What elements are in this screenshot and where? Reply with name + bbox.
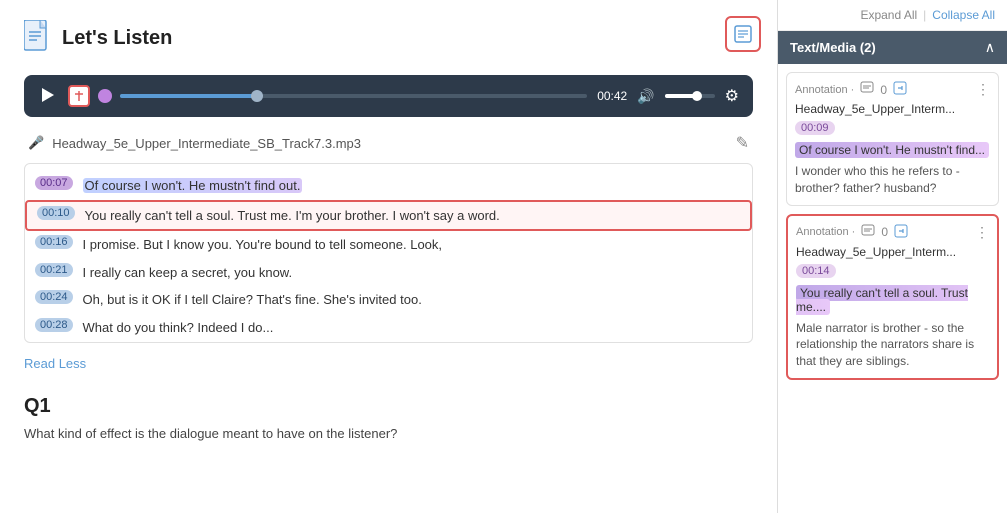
annotation-note: Male narrator is brother - so the relati… [796,320,989,370]
audio-player: 00:42 🔊 ⚙ [24,75,753,117]
page-title: Let's Listen [62,27,172,50]
progress-fill [120,94,260,98]
progress-container [68,85,587,107]
annotation-quote: You really can't tell a soul. Trust me..… [796,285,968,315]
transcript-text: I really can keep a secret, you know. [83,263,293,283]
timestamp-badge: 00:10 [37,206,75,220]
annotation-menu-button[interactable]: ⋮ [975,224,989,241]
transcript-text: I promise. But I know you. You're bound … [83,235,442,255]
play-button[interactable] [38,86,58,106]
annotation-count: 0 [880,83,887,97]
annotation-filename: Headway_5e_Upper_Interm... [795,102,990,116]
time-display: 00:42 [597,89,627,103]
annotation-filename: Headway_5e_Upper_Interm... [796,245,989,259]
transcript-row[interactable]: 00:16 I promise. But I know you. You're … [25,231,752,259]
annotation-meta: Annotation · 0 [795,81,907,98]
annotation-card-header: Annotation · 0 [795,81,990,98]
sidebar-header-title: Text/Media (2) [790,40,876,55]
transcript-text: What do you think? Indeed I do... [83,318,274,338]
annotations-list: Annotation · 0 [778,64,1007,513]
annotation-link-icon [893,81,907,98]
main-content: Let's Listen [0,0,777,513]
annotation-card-header: Annotation · 0 [796,224,989,241]
edit-icon[interactable]: ✎ [736,133,749,153]
progress-thumb [251,90,263,102]
q1-label: Q1 [24,395,753,418]
transcript-area: 00:07 Of course I won't. He mustn't find… [24,163,753,343]
volume-fill [665,94,695,98]
timestamp-badge: 00:28 [35,318,73,332]
sidebar: Expand All | Collapse All Text/Media (2)… [777,0,1007,513]
settings-icon[interactable]: ⚙ [725,86,739,106]
transcript-row[interactable]: 00:07 Of course I won't. He mustn't find… [25,172,752,200]
sidebar-header: Text/Media (2) ∧ [778,31,1007,64]
transcript-text: You really can't tell a soul. Trust me. … [85,206,500,226]
collapse-all-link[interactable]: Collapse All [932,8,995,22]
transcript-row[interactable]: 00:24 Oh, but is it OK if I tell Claire?… [25,286,752,314]
annotation-link-icon [894,224,908,241]
page-header: Let's Listen [24,20,753,57]
annotation-card-selected[interactable]: Annotation · 0 [786,214,999,380]
annotation-icon [860,81,874,98]
annotation-card[interactable]: Annotation · 0 [786,72,999,206]
annotation-icon [861,224,875,241]
transcript-row[interactable]: 00:28 What do you think? Indeed I do... [25,314,752,342]
file-info: 🎤 Headway_5e_Upper_Intermediate_SB_Track… [28,135,361,151]
annotation-meta: Annotation · 0 [796,224,908,241]
page-icon [24,20,52,57]
annotation-text-label: Annotation · [795,84,854,96]
highlighted-text: Of course I won't. He mustn't find out. [83,178,303,193]
marker-dot[interactable] [98,89,112,103]
collapse-icon[interactable]: ∧ [985,39,995,56]
sidebar-toolbar: Expand All | Collapse All [778,0,1007,31]
timestamp-badge: 00:21 [35,263,73,277]
mic-icon: 🎤 [28,135,44,151]
annotation-note: I wonder who this he refers to - brother… [795,163,990,197]
marker-button[interactable] [68,85,90,107]
file-bar: 🎤 Headway_5e_Upper_Intermediate_SB_Track… [24,127,753,159]
q1-text: What kind of effect is the dialogue mean… [24,426,753,441]
timestamp-badge: 00:24 [35,290,73,304]
progress-track[interactable] [120,94,587,98]
volume-icon[interactable]: 🔊 [637,88,654,105]
annotation-menu-button[interactable]: ⋮ [976,81,990,98]
filename: Headway_5e_Upper_Intermediate_SB_Track7.… [52,136,361,151]
annotation-quote: Of course I won't. He mustn't find... [795,142,989,158]
annotation-count: 0 [881,225,888,239]
read-less-link[interactable]: Read Less [24,356,86,371]
annotation-timestamp: 00:14 [796,264,836,278]
timestamp-badge: 00:16 [35,235,73,249]
sticky-note-button[interactable] [725,16,761,52]
transcript-row[interactable]: 00:21 I really can keep a secret, you kn… [25,259,752,287]
volume-track[interactable] [665,94,715,98]
toolbar-divider: | [923,8,926,22]
transcript-row-selected[interactable]: 00:10 You really can't tell a soul. Trus… [25,200,752,232]
expand-all-link[interactable]: Expand All [860,8,917,22]
timestamp-badge: 00:07 [35,176,73,190]
transcript-text: Of course I won't. He mustn't find out. [83,176,303,196]
annotation-text-label: Annotation · [796,226,855,238]
annotation-timestamp: 00:09 [795,121,835,135]
transcript-text: Oh, but is it OK if I tell Claire? That'… [83,290,422,310]
q1-section: Q1 What kind of effect is the dialogue m… [24,395,753,441]
volume-thumb [692,91,702,101]
